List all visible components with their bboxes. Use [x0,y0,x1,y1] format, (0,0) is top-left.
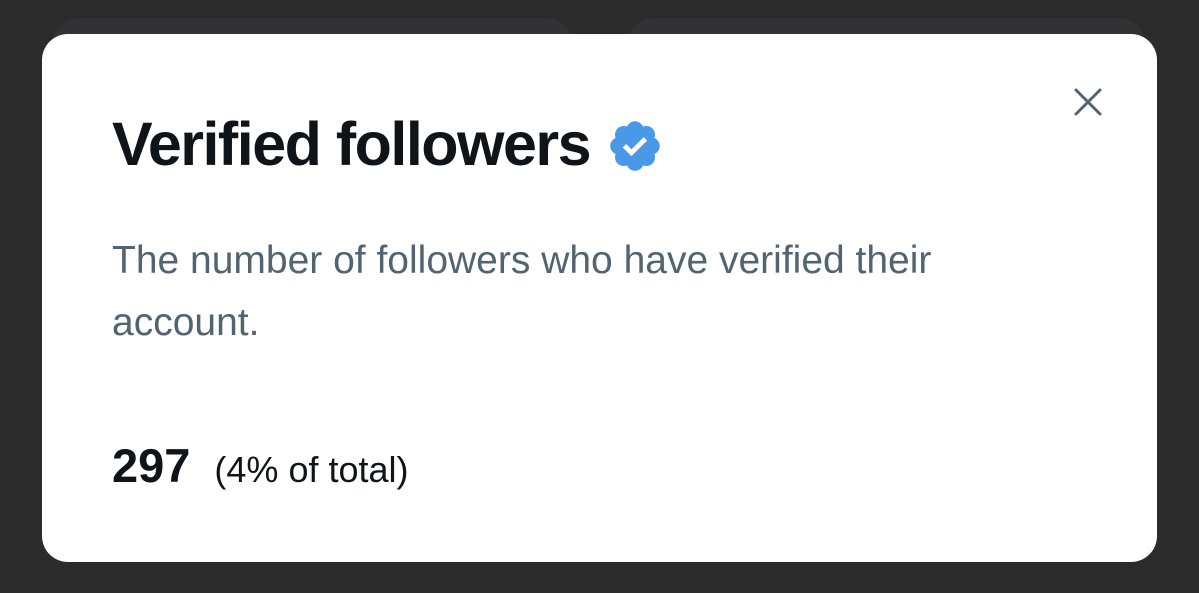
dialog-title: Verified followers [112,110,592,178]
close-button[interactable] [1068,82,1108,122]
verified-followers-stat: 297 (4% of total) [112,438,409,493]
dialog-description: The number of followers who have verifie… [112,239,932,344]
stat-count: 297 [112,439,191,492]
close-icon [1074,88,1102,116]
verified-followers-dialog: Verified followers The number of followe… [42,34,1157,562]
stat-percent: (4% of total) [214,449,409,490]
verified-badge-icon [610,121,660,171]
dialog-header: Verified followers [112,106,664,182]
